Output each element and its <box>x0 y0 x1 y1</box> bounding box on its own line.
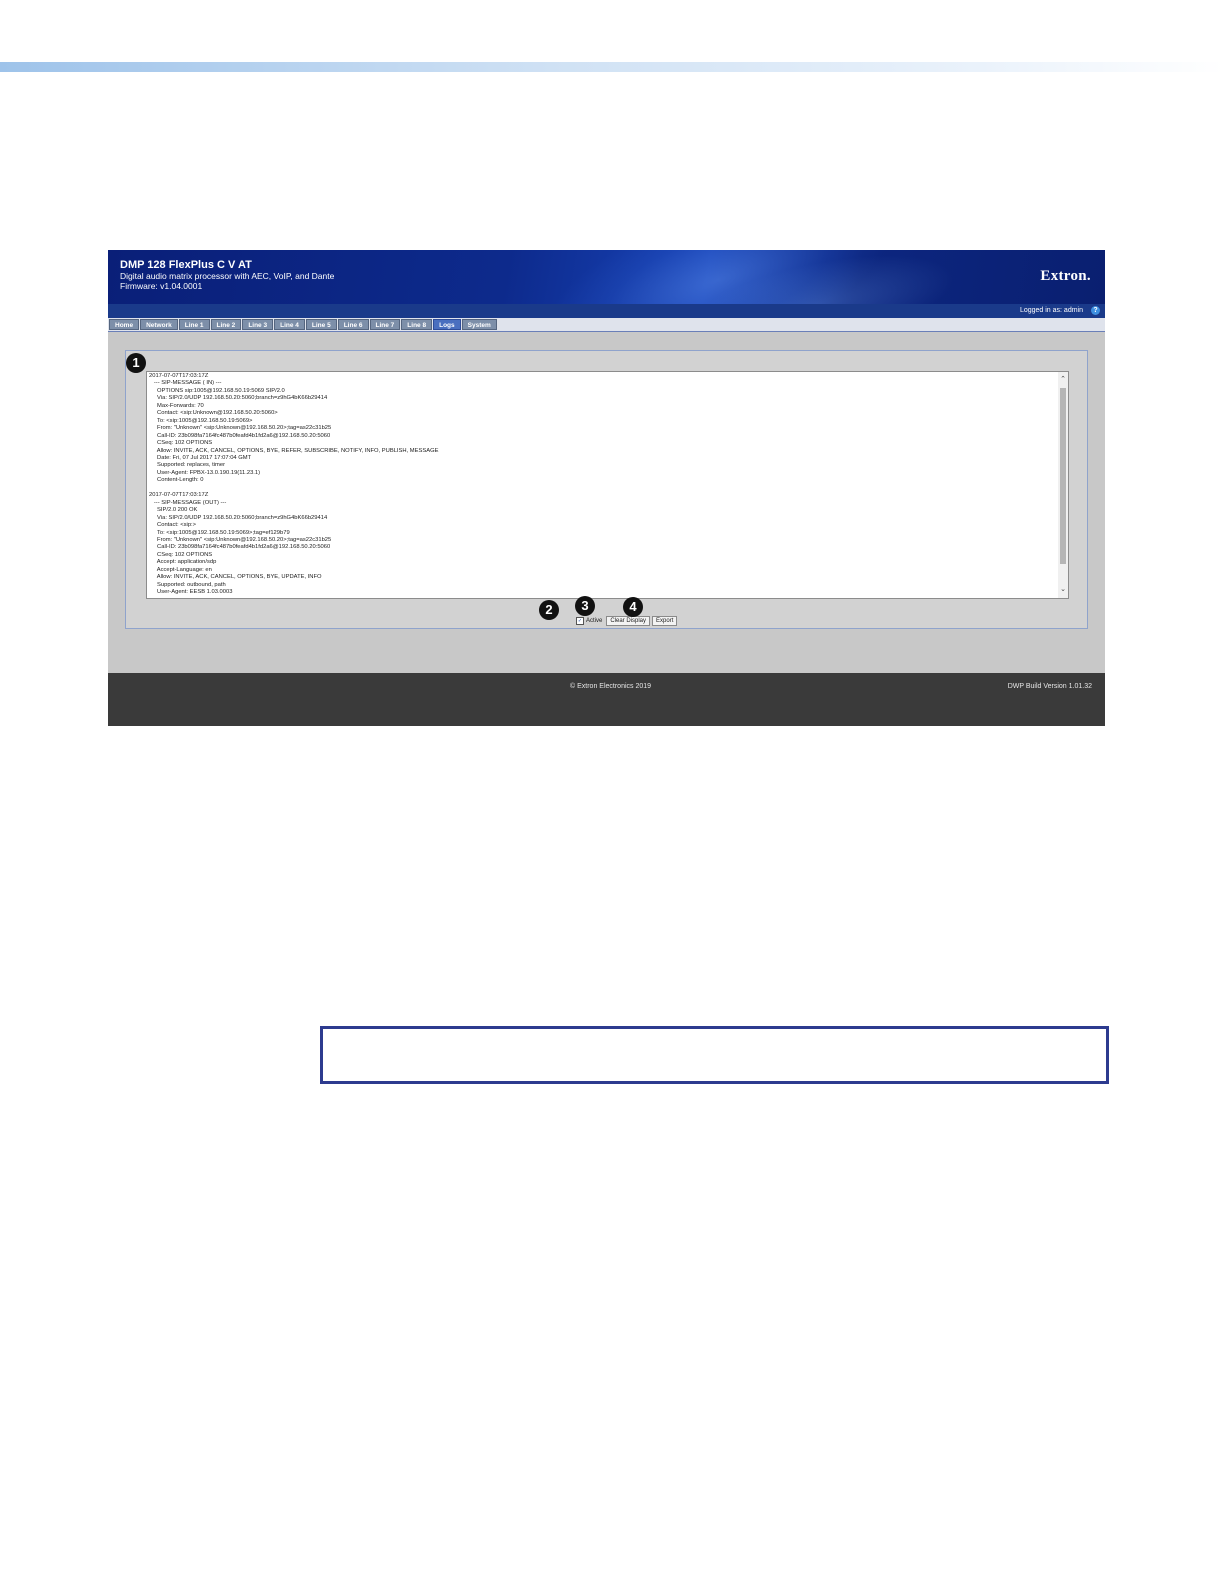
log-line: Date: Fri, 07 Jul 2017 17:07:04 GMT <box>149 454 252 461</box>
log-line: Contact: <sip:Unknown@192.168.50.20:5060… <box>149 410 278 417</box>
tab-bar: Home Network Line 1 Line 2 Line 3 Line 4 Line … <box>108 318 1105 332</box>
clear-display-button[interactable]: Clear Display <box>606 616 651 626</box>
log-line: Content-Length: 0 <box>149 477 204 484</box>
tab-line-3[interactable]: Line 3 <box>242 319 274 330</box>
log-line: Call-ID: 23b098fa7164fc487b0feafd4b1fd2a… <box>149 432 331 439</box>
note-box <box>320 1026 1109 1084</box>
app-footer: © Extron Electronics 2019 DWP Build Vers… <box>108 673 1105 726</box>
log-line: User-Agent: FPBX-13.0.190.19(11.23.1) <box>149 469 261 476</box>
app-window: DMP 128 FlexPlus C V AT Digital audio ma… <box>108 250 1105 726</box>
tab-line-7[interactable]: Line 7 <box>369 319 401 330</box>
log-line: Allow: INVITE, ACK, CANCEL, OPTIONS, BYE… <box>149 447 439 454</box>
callout-3: 3 <box>575 596 595 616</box>
log-controls: ✓ Active Clear Display Export <box>576 616 678 626</box>
log-line: Call-ID: 23b098fa7164fc487b0feafd4b1fd2a… <box>149 544 331 551</box>
callout-1: 1 <box>126 353 146 373</box>
callout-4: 4 <box>623 597 643 617</box>
active-label: Active <box>586 618 603 624</box>
log-line: OPTIONS sip:1005@192.168.50.19:5069 SIP/… <box>149 387 285 394</box>
log-line: Supported: replaces, timer <box>149 462 226 469</box>
log-line: Via: SIP/2.0/UDP 192.168.50.20:5060;bran… <box>149 395 328 402</box>
log-line: --- SIP-MESSAGE ( IN) --- <box>149 380 222 387</box>
tab-line-5[interactable]: Line 5 <box>305 319 337 330</box>
scroll-down-icon[interactable]: ⌄ <box>1058 585 1068 595</box>
tab-line-8[interactable]: Line 8 <box>401 319 433 330</box>
status-bar: Logged in as: admin ? <box>108 304 1105 318</box>
tab-line-6[interactable]: Line 6 <box>337 319 369 330</box>
main-content: 2017-07-07T17:03:17Z --- SIP-MESSAGE ( I… <box>108 332 1105 673</box>
log-line: User-Agent: EESB 1.03.0003 <box>149 589 233 596</box>
log-panel: 2017-07-07T17:03:17Z --- SIP-MESSAGE ( I… <box>125 350 1088 629</box>
tabs: Home Network Line 1 Line 2 Line 3 Line 4 Line … <box>109 319 497 330</box>
app-subtitle: Digital audio matrix processor with AEC,… <box>120 271 335 281</box>
tab-logs[interactable]: Logs <box>433 319 461 330</box>
copyright-text: © Extron Electronics 2019 <box>570 683 652 690</box>
log-line: To: <sip:1005@192.168.50.19:5069>;tag=ef… <box>149 529 290 536</box>
tab-line-2[interactable]: Line 2 <box>210 319 242 330</box>
log-line: SIP/2.0 200 OK <box>149 507 198 514</box>
app-header: DMP 128 FlexPlus C V AT Digital audio ma… <box>108 250 1105 304</box>
log-line: Contact: <sip:> <box>149 522 197 529</box>
log-line: Accept-Language: en <box>149 566 212 573</box>
tab-line-4[interactable]: Line 4 <box>274 319 305 330</box>
log-text: 2017-07-07T17:03:17Z --- SIP-MESSAGE ( I… <box>149 373 1056 597</box>
tab-line-1[interactable]: Line 1 <box>178 319 210 330</box>
export-button[interactable]: Export <box>652 616 678 626</box>
log-line: Supported: outbound, path <box>149 581 226 588</box>
help-icon[interactable]: ? <box>1091 306 1100 315</box>
log-scrollbar[interactable]: ⌃ ⌄ <box>1058 372 1068 598</box>
log-line: Allow: INVITE, ACK, CANCEL, OPTIONS, BYE… <box>149 574 322 581</box>
brand-logo: Extron. <box>1040 268 1091 284</box>
log-line: From: "Unknown" <sip:Unknown@192.168.50.… <box>149 536 332 543</box>
log-line: 2017-07-07T17:03:17Z <box>149 373 209 379</box>
log-line: 2017-07-07T17:03:17Z <box>149 492 209 499</box>
log-line: Max-Forwards: 70 <box>149 402 204 409</box>
tab-network[interactable]: Network <box>140 319 178 330</box>
top-rule <box>0 62 1224 72</box>
log-line: From: "Unknown" <sip:Unknown@192.168.50.… <box>149 425 332 432</box>
log-line: CSeq: 102 OPTIONS <box>149 551 213 558</box>
scroll-up-icon[interactable]: ⌃ <box>1058 375 1068 385</box>
login-status: Logged in as: admin <box>1019 307 1083 314</box>
log-display[interactable]: 2017-07-07T17:03:17Z --- SIP-MESSAGE ( I… <box>146 371 1069 599</box>
tab-system[interactable]: System <box>461 319 497 330</box>
active-checkbox[interactable]: ✓ <box>576 617 584 625</box>
log-line: Accept: application/sdp <box>149 559 217 566</box>
log-line: Via: SIP/2.0/UDP 192.168.50.20:5060;bran… <box>149 514 328 521</box>
app-title: DMP 128 FlexPlus C V AT <box>120 259 252 271</box>
callout-2: 2 <box>539 600 559 620</box>
scroll-thumb[interactable] <box>1060 388 1066 564</box>
log-line: --- SIP-MESSAGE (OUT) --- <box>149 499 227 506</box>
log-line: To: <sip:1005@192.168.50.19:5069> <box>149 417 253 424</box>
tab-home[interactable]: Home <box>109 319 140 330</box>
log-line: CSeq: 102 OPTIONS <box>149 440 213 447</box>
firmware-version: Firmware: v1.04.0001 <box>120 281 203 291</box>
build-version: DWP Build Version 1.01.32 <box>1007 683 1092 690</box>
